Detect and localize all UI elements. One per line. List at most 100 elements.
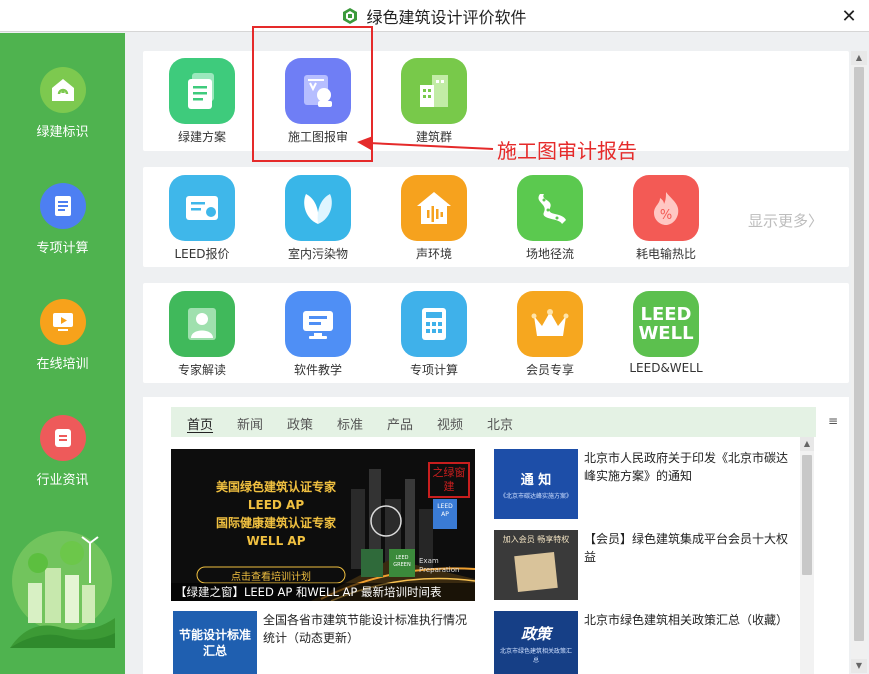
news-thumbnail: 政策 北京市绿色建筑相关政策汇总 [494, 611, 578, 674]
tab-news[interactable]: 新闻 [237, 414, 263, 433]
news-thumbnail: 通 知 《北京市碳达峰实施方案》 [494, 449, 578, 519]
tile-label: 专家解读 [177, 363, 226, 377]
banner-line-2: LEED AP [247, 498, 305, 512]
svg-text:%: % [660, 208, 672, 223]
tile-green-plan[interactable]: 绿建方案 [157, 58, 247, 158]
sidebar-item-special-calc[interactable]: 专项计算 [0, 183, 125, 283]
news-item[interactable]: 通 知 《北京市碳达峰实施方案》 北京市人民政府关于印发《北京市碳达峰实施方案》… [494, 449, 794, 521]
annotation-arrow [357, 136, 494, 150]
news-scrollbar[interactable]: ▲ [800, 437, 814, 674]
house-icon [40, 67, 86, 113]
badge-leed-ap: LEED AP [437, 503, 453, 518]
monitor-icon [285, 291, 351, 357]
tile-label: 声环境 [415, 247, 452, 261]
news-title: 【会员】绿色建筑集成平台会员十大权益 [584, 532, 789, 564]
banner-line-4: WELL AP [246, 534, 306, 548]
thumb-subtitle: 北京市绿色建筑相关政策汇总 [499, 648, 572, 664]
tile-label: 耗电输热比 [635, 247, 696, 261]
tab-beijing[interactable]: 北京 [487, 414, 513, 433]
news-icon [40, 415, 86, 461]
tile-leed-well[interactable]: LEED WELL LEED&WELL [621, 291, 711, 391]
news-banner[interactable]: 美国绿色建筑认证专家 LEED AP 国际健康建筑认证专家 WELL AP 点击… [171, 449, 475, 601]
document-icon [40, 183, 86, 229]
tile-software-tutorial[interactable]: 软件教学 [273, 291, 363, 391]
news-title: 北京市人民政府关于印发《北京市碳达峰实施方案》的通知 [584, 451, 789, 483]
play-screen-icon [40, 299, 86, 345]
crown-icon [517, 291, 583, 357]
news-tabs: 首页 新闻 政策 标准 产品 视频 北京 ≡ [171, 407, 838, 437]
green-city-illustration [10, 531, 115, 648]
show-more-link[interactable]: 显示更多〉 [748, 210, 823, 231]
news-item[interactable]: 加入会员 畅享特权 【会员】绿色建筑集成平台会员十大权益 [494, 530, 794, 602]
news-item[interactable]: 政策 北京市绿色建筑相关政策汇总 北京市绿色建筑相关政策汇总（收藏） [494, 611, 794, 674]
thumb-title: 加入会员 畅享特权 [502, 535, 570, 544]
news-title: 全国各省市建筑节能设计标准执行情况统计（动态更新） [263, 613, 468, 645]
scroll-down-arrow-icon[interactable]: ▼ [851, 659, 867, 673]
tile-label: 专项计算 [409, 363, 458, 377]
banner-headline: 美国绿色建筑认证专家 LEED AP 国际健康建筑认证专家 WELL AP [191, 478, 361, 550]
tile-label: 室内污染物 [287, 247, 348, 261]
news-thumbnail: 加入会员 畅享特权 [494, 530, 578, 600]
scrollbar-thumb[interactable] [802, 455, 812, 575]
sidebar: 绿建标识 专项计算 在线培训 行业资讯 [0, 33, 125, 674]
sidebar-item-label: 专项计算 [36, 241, 89, 256]
banner-cta[interactable]: 点击查看培训计划 [197, 568, 345, 583]
main-scrollbar[interactable]: ▲ ▼ [851, 51, 867, 673]
sound-house-icon [401, 175, 467, 241]
banner-caption: 【绿建之窗】LEED AP 和WELL AP 最新培训时间表 [171, 583, 475, 601]
stamp-logo: 之绿窗建 [432, 466, 466, 493]
tool-row-3: 专家解读 软件教学 专项计算 会员专享 LEED WELL LEED&WELL [143, 283, 849, 383]
sidebar-item-label: 在线培训 [36, 357, 89, 372]
calculator-icon [401, 291, 467, 357]
close-button[interactable]: ✕ [837, 4, 861, 28]
window-title: 绿色建筑设计评价软件 [366, 8, 527, 27]
sidebar-item-online-training[interactable]: 在线培训 [0, 299, 125, 399]
annotation-label: 施工图审计报告 [497, 139, 637, 163]
tile-expert-interpretation[interactable]: 专家解读 [157, 291, 247, 391]
tile-member-exclusive[interactable]: 会员专享 [505, 291, 595, 391]
news-menu-icon[interactable]: ≡ [828, 414, 838, 428]
banner-line-1: 美国绿色建筑认证专家 [215, 480, 336, 494]
tab-home[interactable]: 首页 [187, 414, 213, 433]
tab-standard[interactable]: 标准 [337, 414, 363, 433]
thumb-title: 节能设计标准汇总 [179, 628, 252, 658]
well-text: WELL [638, 323, 694, 344]
scrollbar-thumb[interactable] [854, 67, 864, 641]
flame-percent-icon: % [633, 175, 699, 241]
buildings-icon [401, 58, 467, 124]
tile-indoor-pollutants[interactable]: 室内污染物 [273, 175, 363, 275]
certificate-icon [169, 175, 235, 241]
tile-leed-quote[interactable]: LEED报价 [157, 175, 247, 275]
thumb-title: 通 知 [520, 473, 552, 488]
thumb-title: 政策 [520, 625, 551, 643]
sidebar-item-industry-news[interactable]: 行业资讯 [0, 415, 125, 515]
tile-label: LEED&WELL [629, 361, 703, 375]
tool-row-2: LEED报价 室内污染物 声环境 场地径流 % 耗电输热比 [143, 167, 849, 267]
expert-icon [169, 291, 235, 357]
sidebar-item-green-label[interactable]: 绿建标识 [0, 67, 125, 167]
tab-video[interactable]: 视频 [437, 414, 463, 433]
leaf-icon [285, 175, 351, 241]
banner-line-3: 国际健康建筑认证专家 [215, 516, 336, 530]
tile-label: 场地径流 [525, 247, 574, 261]
title-bar: 绿色建筑设计评价软件 ✕ [0, 0, 869, 32]
tile-label: 软件教学 [293, 363, 342, 377]
news-item[interactable]: 节能设计标准汇总 全国各省市建筑节能设计标准执行情况统计（动态更新） [173, 611, 473, 674]
tile-site-runoff[interactable]: 场地径流 [505, 175, 595, 275]
document-stack-icon [169, 58, 235, 124]
scroll-up-arrow-icon[interactable]: ▲ [800, 437, 814, 451]
news-panel: 首页 新闻 政策 标准 产品 视频 北京 ≡ 美国绿色建筑认证专家 LEED A… [143, 397, 849, 674]
tile-power-heat-ratio[interactable]: % 耗电输热比 [621, 175, 711, 275]
sidebar-item-label: 绿建标识 [36, 125, 89, 140]
news-thumbnail: 节能设计标准汇总 [173, 611, 257, 674]
tile-acoustic-environment[interactable]: 声环境 [389, 175, 479, 275]
app-logo-icon [343, 8, 358, 24]
tab-product[interactable]: 产品 [387, 414, 413, 433]
badge-exam-prep: Exam Preparation [419, 557, 460, 574]
tool-row-1: 绿建方案 施工图报审 建筑群 [143, 51, 849, 151]
tab-policy[interactable]: 政策 [287, 414, 313, 433]
runoff-path-icon [517, 175, 583, 241]
scroll-up-arrow-icon[interactable]: ▲ [851, 51, 867, 65]
leed-well-icon: LEED WELL [633, 291, 699, 357]
tile-special-calc[interactable]: 专项计算 [389, 291, 479, 391]
